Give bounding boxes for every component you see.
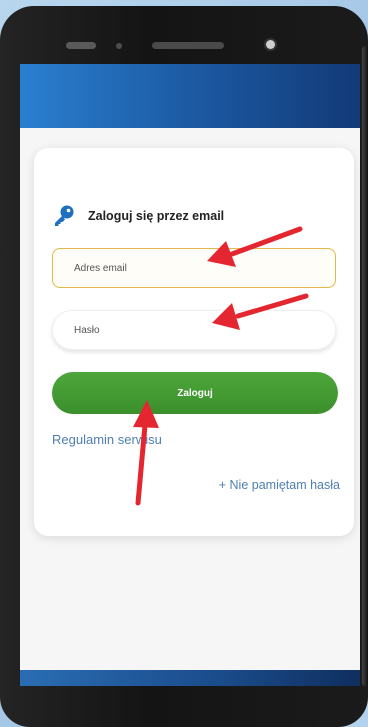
phone-sensor bbox=[116, 43, 122, 49]
phone-camera bbox=[266, 40, 275, 49]
key-icon bbox=[55, 205, 74, 226]
phone-frame: Zaloguj się przez email Adres email Hasł… bbox=[0, 6, 368, 727]
phone-speaker bbox=[66, 42, 96, 49]
login-card: Zaloguj się przez email Adres email Hasł… bbox=[34, 148, 354, 536]
email-input[interactable]: Adres email bbox=[52, 248, 336, 288]
app-bottom-bar bbox=[20, 670, 360, 686]
password-placeholder: Hasło bbox=[74, 324, 100, 336]
terms-link[interactable]: Regulamin serwisu bbox=[52, 432, 162, 447]
login-title-row: Zaloguj się przez email bbox=[52, 204, 224, 228]
phone-earpiece bbox=[152, 42, 224, 49]
app-header-bar bbox=[20, 64, 360, 128]
password-input[interactable]: Hasło bbox=[52, 310, 336, 350]
login-button[interactable]: Zaloguj bbox=[52, 372, 338, 414]
email-placeholder: Adres email bbox=[74, 262, 127, 274]
forgot-password-link[interactable]: + Nie pamiętam hasła bbox=[219, 478, 340, 492]
login-title: Zaloguj się przez email bbox=[88, 209, 225, 223]
phone-side-edge bbox=[362, 46, 368, 686]
app-screen: Zaloguj się przez email Adres email Hasł… bbox=[20, 64, 360, 686]
